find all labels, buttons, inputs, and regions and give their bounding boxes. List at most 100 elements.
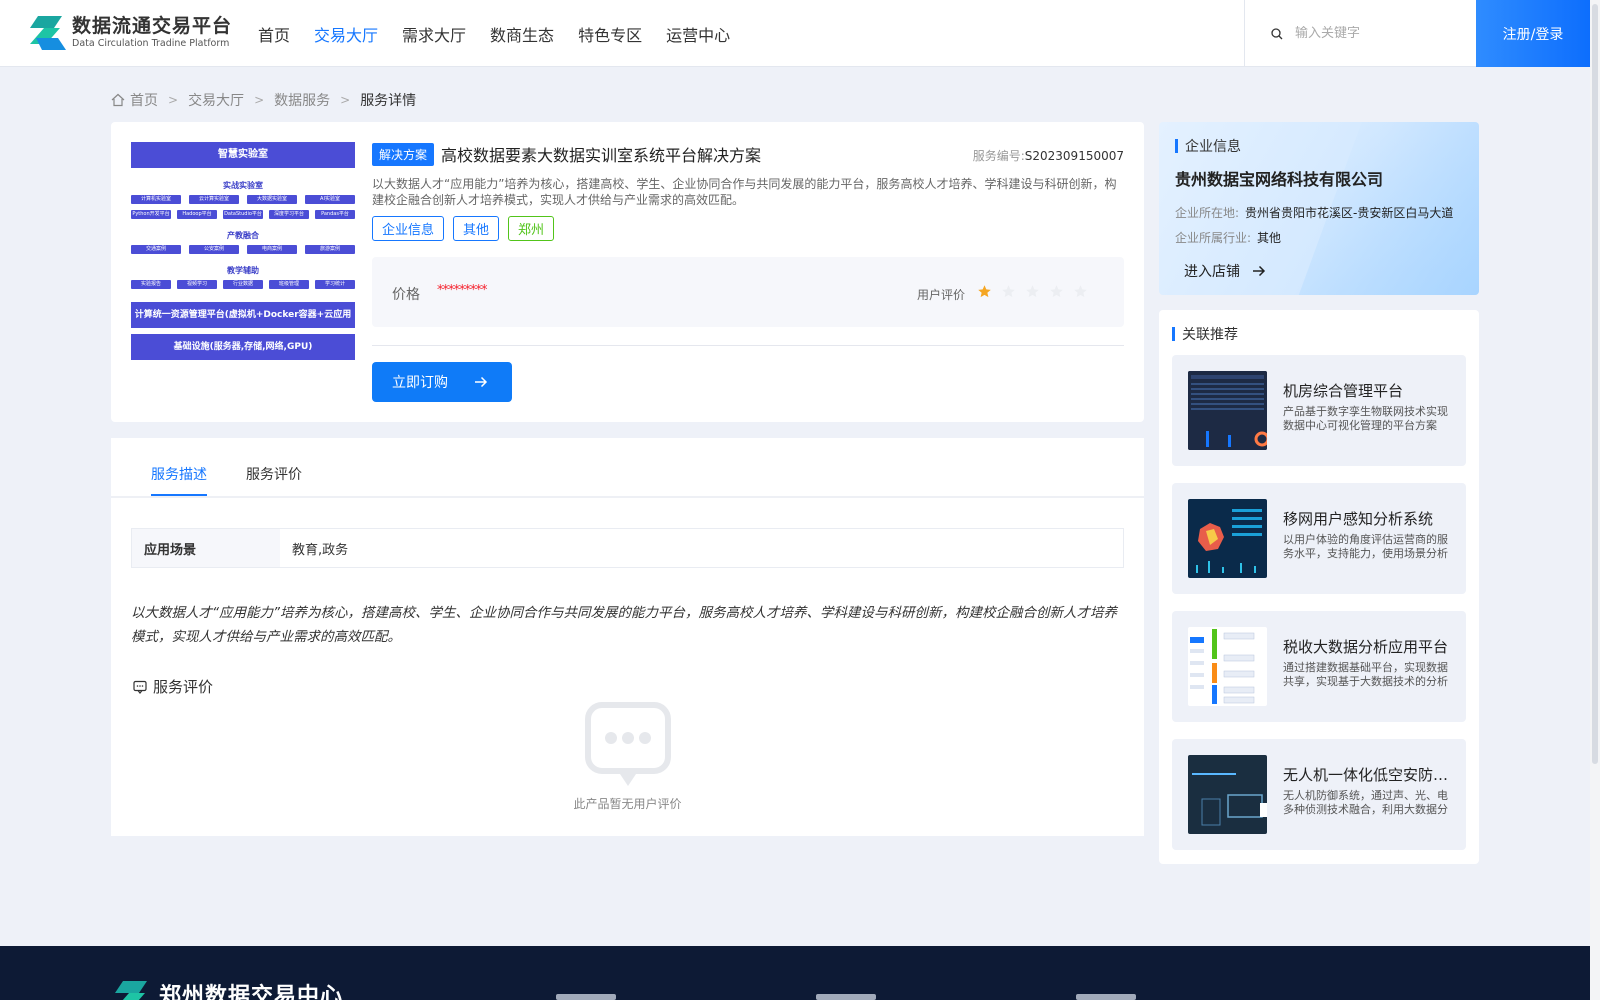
image-chip: 交通案例 [131,245,181,254]
page-footer: 郑州数据交易中心 [0,946,1590,1000]
related-item[interactable]: 机房综合管理平台 产品基于数字孪生物联网技术实现数据中心可视化管理的平台方案 [1172,355,1466,466]
login-register-button[interactable]: 注册/登录 [1476,0,1590,67]
product-image: 智慧实验室 实战实验室 计算机实验室 云计算实验室 大数据实验室 AI实验室 P… [131,142,355,366]
detail-tabs: 服务描述 服务评价 [111,438,1144,498]
type-badge: 解决方案 [372,142,435,166]
breadcrumb: 首页 > 交易大厅 > 数据服务 > 服务详情 [111,90,416,110]
related-thumbnail [1188,371,1267,450]
enter-shop-link[interactable]: 进入店铺 [1184,261,1266,281]
company-card: 企业信息 贵州数据宝网络科技有限公司 企业所在地: 贵州省贵阳市花溪区-贵安新区白… [1159,122,1479,295]
nav-operation-center[interactable]: 运营中心 [666,22,730,46]
image-section-1: 实战实验室 [223,181,263,190]
rating-label: 用户评价 [917,288,966,302]
related-item-desc: 通过搭建数据基础平台，实现数据共享，实现基于大数据技术的分析应用 [1283,661,1448,688]
image-chip: DataStudio平台 [223,210,263,219]
company-location: 企业所在地: 贵州省贵阳市花溪区-贵安新区白马大道 [1175,206,1454,220]
image-section-2: 产教融合 [227,231,259,240]
related-thumbnail [1188,627,1267,706]
nav-ecosystem[interactable]: 数商生态 [490,22,554,46]
product-description: 以大数据人才“应用能力”培养为核心，搭建高校、学生、企业协同合作与共同发展的能力… [372,177,1117,207]
tag-company-info[interactable]: 企业信息 [372,216,445,241]
image-chip: AI实验室 [305,195,355,204]
image-chip: Python开发平台 [131,210,171,219]
scene-table: 应用场景 教育,政务 [131,528,1124,568]
price-value: ********* [437,283,487,298]
chevron-right-icon: > [254,93,265,107]
related-section-title: 关联推荐 [1172,324,1238,344]
image-chip: Pandas平台 [315,210,355,219]
star-empty-icon[interactable] [1073,284,1088,299]
breadcrumb-current: 服务详情 [360,93,417,109]
price-box: 价格 ********* 用户评价 [372,257,1124,327]
nav-home[interactable]: 首页 [258,22,290,46]
nav-trading-hall[interactable]: 交易大厅 [314,22,378,46]
product-info: 解决方案 高校数据要素大数据实训室系统平台解决方案 服务编号:S20230915… [372,142,1124,402]
related-item-desc: 无人机防御系统，通过声、光、电多种侦测技术融合，利用大数据分析 [1283,789,1448,816]
related-item-title: 机房综合管理平台 [1283,382,1404,400]
scene-label: 应用场景 [132,529,280,567]
star-empty-icon[interactable] [1049,284,1064,299]
search-box [1244,0,1476,67]
tab-active-indicator [151,494,207,496]
related-recommendations: 关联推荐 机房综合管理平台 产品基于数字孪生物联网技术实现数据中心可视化管理的平… [1159,310,1479,864]
image-chip: 实验报告 [131,280,171,289]
image-chip: 公安案例 [189,245,239,254]
star-empty-icon[interactable] [1025,284,1040,299]
image-chip: 学习统计 [315,280,355,289]
footer-title: 郑州数据交易中心 [159,984,344,1000]
platform-logo[interactable]: 数据流通交易平台 Data Circulation Tradine Platfo… [30,14,232,52]
star-filled-icon[interactable] [977,284,992,299]
nav-featured-zone[interactable]: 特色专区 [578,22,642,46]
rating-stars [977,284,1097,299]
search-input[interactable] [1295,26,1465,41]
tag-zhengzhou[interactable]: 郑州 [508,216,555,241]
image-chip: 视频学习 [177,280,217,289]
empty-comment-icon [585,702,671,786]
related-item[interactable]: 税收大数据分析应用平台 通过搭建数据基础平台，实现数据共享，实现基于大数据技术的… [1172,611,1466,722]
logo-icon [30,16,66,50]
main-nav: 首页 交易大厅 需求大厅 数商生态 特色专区 运营中心 [258,22,754,46]
chevron-right-icon: > [168,93,179,107]
page-scrollbar[interactable] [1590,0,1600,1000]
logo-title: 数据流通交易平台 [72,15,233,37]
empty-review-text: 此产品暂无用户评价 [573,797,682,811]
review-heading: 服务评价 [133,676,213,697]
related-item[interactable]: 无人机一体化低空安防系统 无人机防御系统，通过声、光、电多种侦测技术融合，利用大… [1172,739,1466,850]
service-number: 服务编号:S202309150007 [972,149,1124,163]
product-title: 高校数据要素大数据实训室系统平台解决方案 [441,146,762,165]
related-thumbnail [1188,499,1267,578]
tag-other[interactable]: 其他 [453,216,500,241]
logo-icon [115,981,147,1000]
top-header: 数据流通交易平台 Data Circulation Tradine Platfo… [0,0,1590,67]
arrow-right-icon [475,376,488,388]
order-button-label: 立即订购 [392,375,448,391]
image-chip: 旅游案例 [305,245,355,254]
chevron-right-icon: > [340,93,351,107]
related-item-title: 无人机一体化低空安防系统 [1283,766,1453,784]
tab-service-description[interactable]: 服务描述 [151,464,207,484]
image-infra-bar: 基础设施(服务器,存储,网络,GPU) [131,334,355,360]
related-item-desc: 产品基于数字孪生物联网技术实现数据中心可视化管理的平台方案 [1283,405,1448,432]
product-tags: 企业信息 其他 郑州 [372,216,1124,241]
scrollbar-thumb[interactable] [1592,4,1598,764]
breadcrumb-trading-hall[interactable]: 交易大厅 [188,90,244,110]
search-icon[interactable] [1271,27,1283,40]
tab-service-review[interactable]: 服务评价 [246,464,302,484]
related-item-desc: 以用户体验的角度评估运营商的服务水平，支持能力，使用场景分析 [1283,533,1448,560]
breadcrumb-data-service[interactable]: 数据服务 [274,90,330,110]
image-chip: 大数据实验室 [247,195,297,204]
order-now-button[interactable]: 立即订购 [372,362,512,402]
related-thumbnail [1188,755,1267,834]
company-industry: 企业所属行业: 其他 [1175,231,1282,245]
breadcrumb-home[interactable]: 首页 [111,90,158,110]
footer-column-heading [816,994,876,1000]
arrow-right-icon [1253,265,1266,277]
divider [372,345,1124,346]
star-empty-icon[interactable] [1001,284,1016,299]
related-item-title: 税收大数据分析应用平台 [1283,638,1449,656]
related-item[interactable]: 移网用户感知分析系统 以用户体验的角度评估运营商的服务水平，支持能力，使用场景分… [1172,483,1466,594]
price-label: 价格 [392,287,420,303]
detail-card: 服务描述 服务评价 应用场景 教育,政务 以大数据人才“应用能力”培养为核心，搭… [111,438,1144,836]
nav-demand-hall[interactable]: 需求大厅 [402,22,466,46]
long-description: 以大数据人才“应用能力”培养为核心，搭建高校、学生、企业协同合作与共同发展的能力… [131,605,1117,645]
